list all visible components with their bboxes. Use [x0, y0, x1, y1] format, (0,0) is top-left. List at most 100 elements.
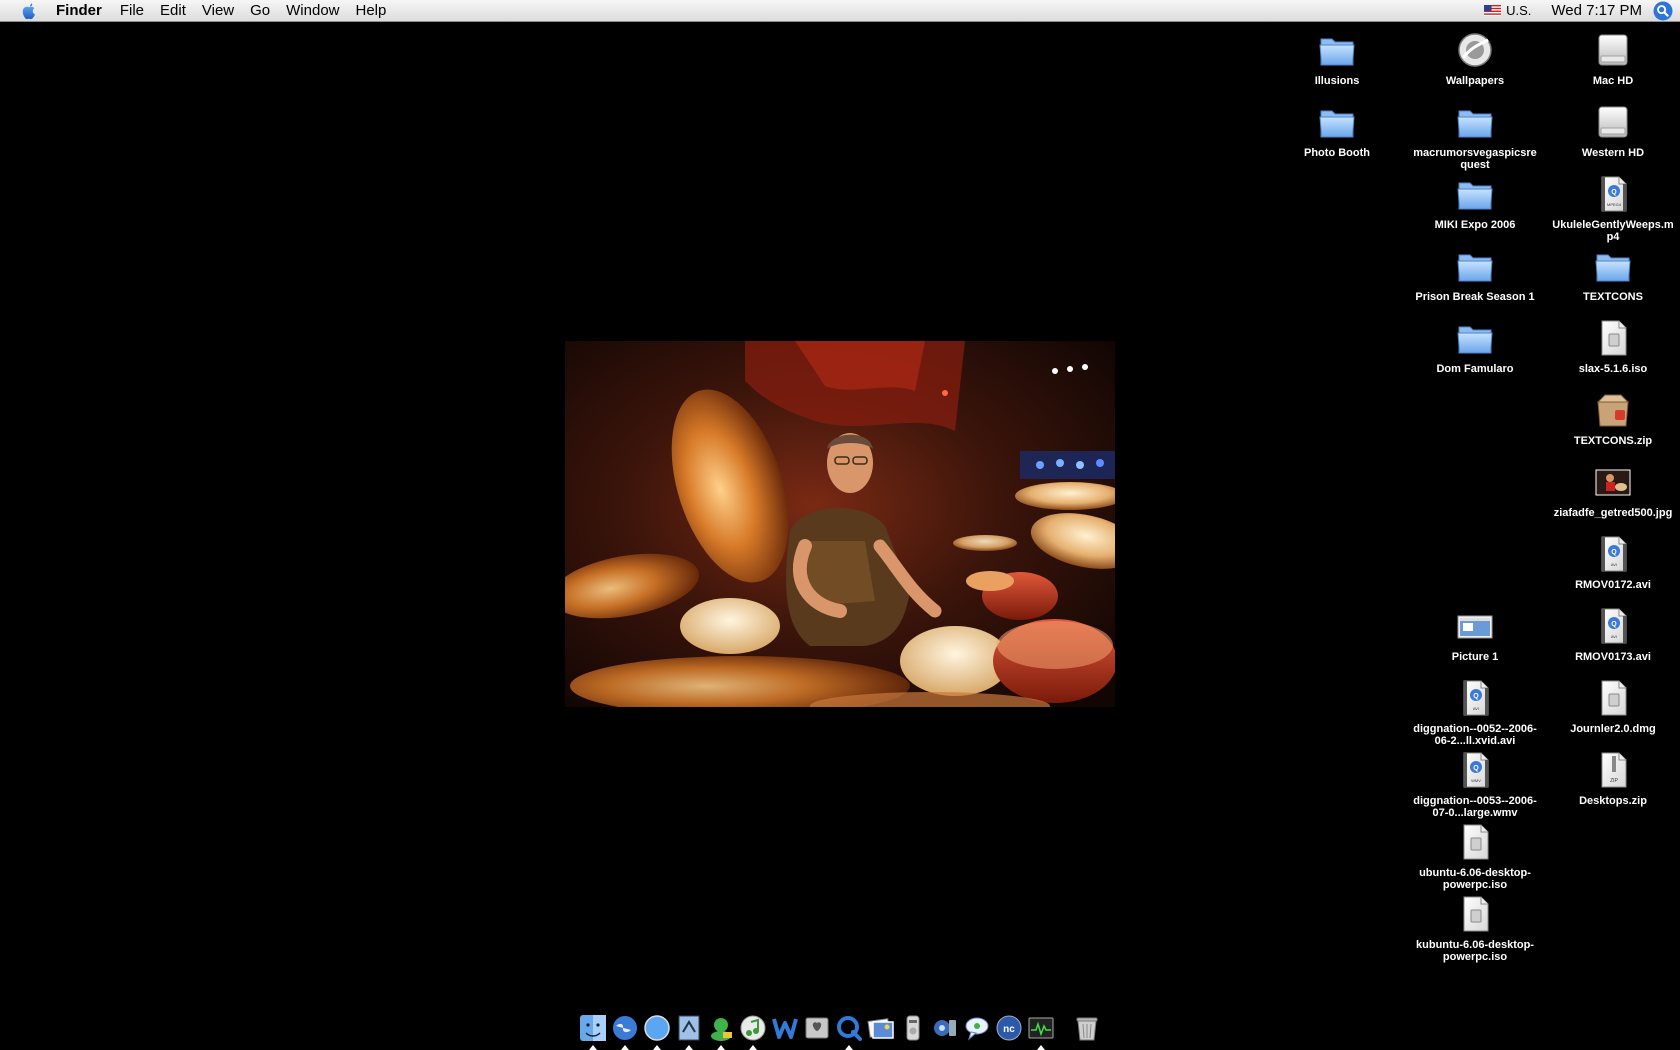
menu-extras: U.S. Wed 7:17 PM — [1474, 0, 1680, 22]
desktop-icon-label: diggnation--0052--2006-06-2...ll.xvid.av… — [1413, 723, 1537, 747]
activity-monitor-icon — [1028, 1017, 1054, 1039]
desktop-icon-miki-expo-folder[interactable]: MIKI Expo 2006 — [1410, 174, 1540, 231]
file-badge: WMV — [1471, 778, 1481, 783]
desktop-icon-textcons-zip[interactable]: TEXTCONS.zip — [1548, 390, 1678, 447]
running-indicator — [1037, 1045, 1045, 1050]
quicktime-icon — [837, 1016, 862, 1041]
menu-go[interactable]: Go — [242, 0, 278, 22]
desktop-icon-rmov0172-avi[interactable]: Q AVI RMOV0172.avi — [1548, 534, 1678, 591]
svg-text:Q: Q — [1473, 693, 1479, 700]
dock-dvd-player[interactable] — [897, 1010, 929, 1050]
running-indicator — [589, 1045, 597, 1050]
menu-view[interactable]: View — [194, 0, 242, 22]
desktop-icon-label: ziafadfe_getred500.jpg — [1553, 507, 1673, 519]
desktop-wallpaper-photo-drummer — [565, 341, 1115, 707]
desktop-icon-kubuntu-iso[interactable]: kubuntu-6.06-desktop-powerpc.iso — [1410, 894, 1540, 963]
menu-edit[interactable]: Edit — [152, 0, 194, 22]
chat-bubble-icon — [965, 1017, 989, 1041]
file-badge: AVI — [1473, 706, 1479, 711]
dock-network-utility[interactable] — [929, 1010, 961, 1050]
desktop-icon-journler-dmg[interactable]: Journler2.0.dmg — [1548, 678, 1678, 735]
desktop-icon-wallpapers[interactable]: Wallpapers — [1410, 30, 1540, 87]
finder-icon — [580, 1015, 606, 1041]
menu-finder[interactable]: Finder — [50, 0, 112, 22]
dock-safari[interactable] — [641, 1010, 673, 1050]
menu-file[interactable]: File — [112, 0, 152, 22]
photo-thumbnail-icon — [1595, 469, 1631, 496]
dock-activity-monitor[interactable] — [1025, 1010, 1057, 1050]
dock-itunes[interactable] — [737, 1010, 769, 1050]
desktop-icon-label: Dom Famularo — [1436, 363, 1514, 375]
desktop-icon-label: ubuntu-6.06-desktop-powerpc.iso — [1419, 867, 1531, 891]
apple-menu-icon[interactable] — [18, 0, 40, 22]
duck-icon — [711, 1018, 732, 1041]
dock-finder[interactable] — [577, 1010, 609, 1050]
desktop-icon-macrumors-folder[interactable]: macrumorsvegaspicsrequest — [1410, 102, 1540, 171]
desktop-icon-label: Journler2.0.dmg — [1570, 723, 1656, 735]
svg-text:Q: Q — [1473, 765, 1479, 772]
globe-browser-icon — [613, 1016, 637, 1040]
running-indicator — [685, 1045, 693, 1050]
svg-text:Q: Q — [1611, 549, 1617, 556]
desktop-icon-label: diggnation--0053--2006-07-0...large.wmv — [1413, 795, 1537, 819]
running-indicator — [749, 1045, 757, 1050]
dock-quicktime[interactable] — [833, 1010, 865, 1050]
music-note-icon — [740, 1015, 766, 1041]
desktop-icon-textcons-folder[interactable]: TEXTCONS — [1548, 246, 1678, 303]
desktop-icon-dom-famularo-folder[interactable]: Dom Famularo — [1410, 318, 1540, 375]
menu-clock[interactable]: Wed 7:17 PM — [1541, 2, 1652, 19]
desktop-icon-picture-1[interactable]: Picture 1 — [1410, 606, 1540, 663]
running-indicator — [717, 1045, 725, 1050]
dock-camino[interactable] — [609, 1010, 641, 1050]
desktop-icon-mac-hd[interactable]: Mac HD — [1548, 30, 1678, 87]
desktop-icon-diggnation-0053-wmv[interactable]: Q WMV diggnation--0053--2006-07-0...larg… — [1410, 750, 1540, 819]
folder-icon — [1593, 246, 1633, 286]
dock-ichat[interactable] — [961, 1010, 993, 1050]
desktop-icon-diggnation-0052-avi[interactable]: Q AVI diggnation--0052--2006-06-2...ll.x… — [1410, 678, 1540, 747]
dock-mail[interactable] — [673, 1010, 705, 1050]
disk-image-icon — [1463, 896, 1489, 932]
desktop-icon-desktops-zip[interactable]: ZIP Desktops.zip — [1548, 750, 1678, 807]
svg-text:nc: nc — [1003, 1024, 1015, 1035]
globe-icon — [1458, 33, 1492, 67]
dock-nc[interactable]: nc — [993, 1010, 1025, 1050]
desktop-icon-illusions-folder[interactable]: Illusions — [1272, 30, 1402, 87]
input-menu-label: U.S. — [1506, 3, 1532, 18]
disk-image-icon — [1601, 680, 1627, 716]
dock-word[interactable] — [769, 1010, 801, 1050]
movie-file-icon: Q WMV — [1463, 752, 1489, 788]
folder-icon — [1455, 102, 1495, 142]
menu-window[interactable]: Window — [278, 0, 347, 22]
input-menu[interactable]: U.S. — [1474, 3, 1541, 18]
dock-iphoto[interactable] — [865, 1010, 897, 1050]
menu-help[interactable]: Help — [348, 0, 395, 22]
disk-image-icon — [1601, 320, 1627, 356]
file-badge: AVI — [1611, 634, 1617, 639]
desktop-icon-rmov0173-avi[interactable]: Q AVI RMOV0173.avi — [1548, 606, 1678, 663]
screenshot-thumbnail-icon — [1457, 615, 1493, 639]
network-gear-icon — [934, 1020, 956, 1036]
desktop-icon-western-hd[interactable]: Western HD — [1548, 102, 1678, 159]
desktop-icon-slax-iso[interactable]: slax-5.1.6.iso — [1548, 318, 1678, 375]
dock-adium[interactable] — [705, 1010, 737, 1050]
desktop-icon-ukulele-mp4[interactable]: Q MPEG4 UkuleleGentlyWeeps.mp4 — [1548, 174, 1678, 243]
svg-text:Q: Q — [1611, 621, 1617, 628]
hard-drive-icon — [1593, 30, 1633, 70]
desktop-icon-label: Western HD — [1581, 147, 1645, 159]
desktop-icon-ziafadfe-jpg[interactable]: ziafadfe_getred500.jpg — [1548, 462, 1678, 519]
desktop-icon-label: Prison Break Season 1 — [1415, 291, 1535, 303]
movie-file-icon: Q AVI — [1601, 608, 1627, 644]
desktop-icon-ubuntu-iso[interactable]: ubuntu-6.06-desktop-powerpc.iso — [1410, 822, 1540, 891]
spotlight-icon[interactable] — [1652, 0, 1674, 22]
trash-icon — [1076, 1017, 1098, 1041]
hard-drive-icon — [1593, 102, 1633, 142]
dock-trash[interactable] — [1071, 1010, 1103, 1050]
desktop-icon-label: Desktops.zip — [1579, 795, 1647, 807]
menu-bar: Finder File Edit View Go Window Help U.S… — [0, 0, 1680, 22]
desktop-icon-label: Picture 1 — [1451, 651, 1499, 663]
desktop-icon-photo-booth-folder[interactable]: Photo Booth — [1272, 102, 1402, 159]
running-indicator — [653, 1045, 661, 1050]
folder-icon — [1317, 102, 1357, 142]
desktop-icon-prison-break-folder[interactable]: Prison Break Season 1 — [1410, 246, 1540, 303]
dock-system-preferences[interactable] — [801, 1010, 833, 1050]
